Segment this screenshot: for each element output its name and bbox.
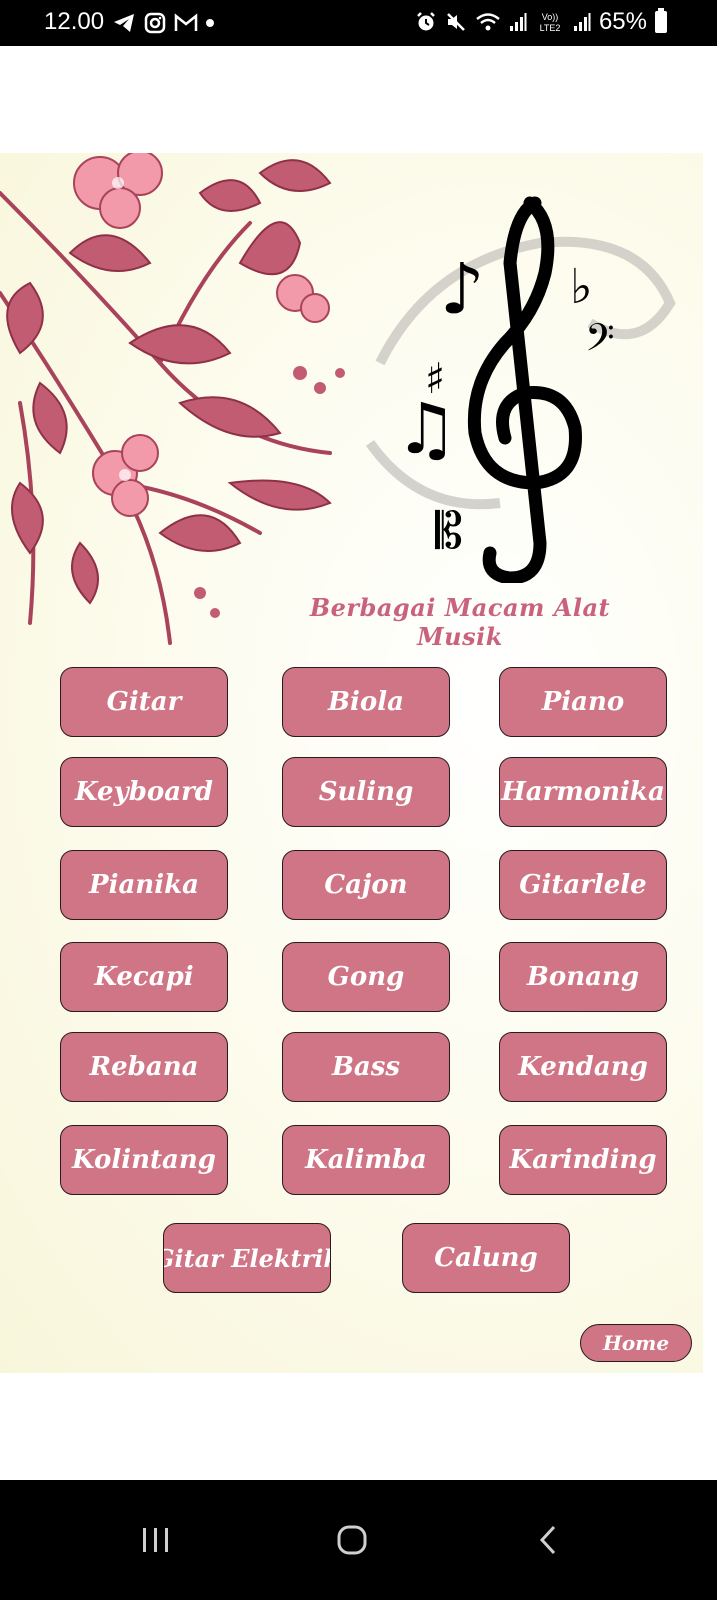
instrument-button-harmonika[interactable]: Harmonika (499, 757, 667, 827)
sharp-icon: ♯ (425, 354, 445, 403)
instrument-button-kendang[interactable]: Kendang (499, 1032, 667, 1102)
status-time: 12.00 (44, 8, 105, 35)
svg-text:LTE2: LTE2 (540, 23, 561, 33)
instrument-button-cajon[interactable]: Cajon (282, 850, 450, 920)
svg-text:Vo)): Vo)) (542, 12, 559, 22)
instrument-button-gitarlele[interactable]: Gitarlele (499, 850, 667, 920)
bass-clef-icon: 𝄢 (585, 315, 615, 369)
gmail-icon (174, 13, 198, 31)
page-title: Berbagai Macam Alat Musik (309, 593, 611, 651)
instrument-button-suling[interactable]: Suling (282, 757, 450, 827)
instrument-button-gong[interactable]: Gong (282, 942, 450, 1012)
battery-icon (655, 8, 667, 33)
instrument-button-bass[interactable]: Bass (282, 1032, 450, 1102)
recent-apps-icon (143, 1528, 168, 1552)
alarm-icon (417, 12, 435, 31)
recent-apps-button[interactable] (126, 1510, 186, 1570)
system-navigation-bar (0, 1480, 717, 1600)
instrument-menu-screen: ♪ ♫ ♯ ♭ 𝄢 𝄡 Berbagai Macam Alat Musik Gi… (0, 153, 703, 1373)
notification-dot (206, 19, 214, 27)
instagram-icon (144, 12, 166, 34)
status-bar: 12.00 Vo)) LTE2 65% (0, 0, 717, 46)
flat-icon: ♭ (570, 259, 593, 315)
instrument-button-keyboard[interactable]: Keyboard (60, 757, 228, 827)
eighth-note-icon: ♪ (440, 248, 485, 330)
instrument-button-gitar[interactable]: Gitar (60, 667, 228, 737)
battery-percentage: 65% (598, 8, 647, 35)
instrument-button-calung[interactable]: Calung (402, 1223, 570, 1293)
mute-icon (447, 13, 465, 31)
instrument-button-bonang[interactable]: Bonang (499, 942, 667, 1012)
instrument-button-rebana[interactable]: Rebana (60, 1032, 228, 1102)
signal-icon (509, 13, 527, 31)
system-status-icons: Vo)) LTE2 65% (415, 8, 667, 36)
wifi-icon (476, 13, 500, 31)
home-circle-icon (337, 1525, 367, 1555)
back-button[interactable] (518, 1510, 578, 1570)
instrument-button-kecapi[interactable]: Kecapi (60, 942, 228, 1012)
instrument-button-pianika[interactable]: Pianika (60, 850, 228, 920)
system-home-button[interactable] (322, 1510, 382, 1570)
instrument-button-kolintang[interactable]: Kolintang (60, 1125, 228, 1195)
telegram-icon (114, 14, 134, 32)
instrument-button-kalimba[interactable]: Kalimba (282, 1125, 450, 1195)
notification-icons (112, 10, 214, 36)
signal-icon (573, 13, 591, 31)
instrument-button-piano[interactable]: Piano (499, 667, 667, 737)
alto-clef-icon: 𝄡 (435, 502, 463, 560)
home-button[interactable]: Home (580, 1324, 692, 1362)
instrument-button-biola[interactable]: Biola (282, 667, 450, 737)
back-chevron-icon (539, 1525, 556, 1555)
instrument-button-gitar-elektrik[interactable]: Gitar Elektrik (163, 1223, 331, 1293)
volte-icon: Vo)) LTE2 (540, 12, 561, 33)
instrument-button-karinding[interactable]: Karinding (499, 1125, 667, 1195)
music-notes-decoration: ♪ ♫ ♯ ♭ 𝄢 𝄡 (365, 196, 676, 583)
